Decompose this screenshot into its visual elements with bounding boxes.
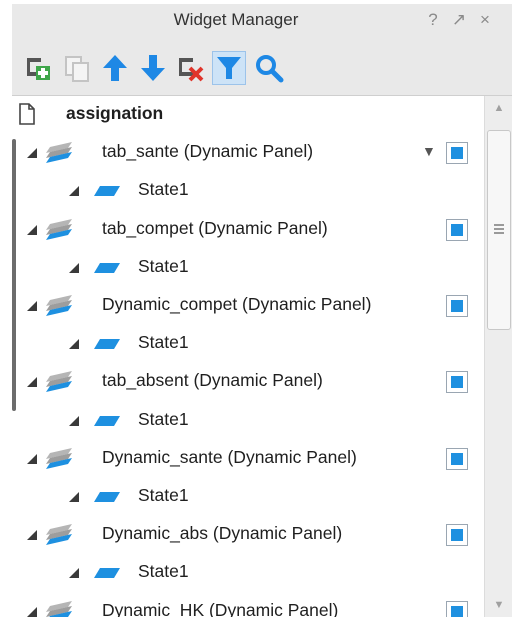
expand-arrow-icon[interactable] [26,453,38,465]
dropdown-arrow-icon[interactable]: ▼ [422,143,436,159]
dynamic-panel-icon [46,524,72,546]
visibility-checkbox[interactable] [446,447,468,470]
visibility-fill [451,529,463,542]
dynamic-panel-icon [46,371,72,393]
expand-arrow-icon[interactable] [26,147,38,159]
panel-title: Widget Manager [173,10,299,29]
tree-row-panel[interactable]: Dynamic_HK (Dynamic Panel) [12,593,480,617]
tree-row-panel[interactable]: Dynamic_abs (Dynamic Panel) [12,516,480,554]
expand-arrow-icon[interactable] [26,529,38,541]
state-label: State1 [138,179,189,200]
delete-icon[interactable] [174,51,208,85]
tree-row-state[interactable]: State1 [12,478,480,516]
dynamic-panel-icon [46,600,72,617]
panel-label: tab_compet (Dynamic Panel) [102,217,328,238]
visibility-checkbox[interactable] [446,524,468,547]
expand-arrow-icon[interactable] [26,224,38,236]
state-icon [94,262,120,273]
widget-tree: assignation tab_sante (Dynamic Panel) ▼ St… [12,96,480,617]
search-icon[interactable] [252,51,286,85]
state-label: State1 [138,408,189,429]
scroll-up-icon[interactable]: ▲ [485,96,512,120]
scroll-thumb[interactable] [487,130,511,330]
state-icon [94,339,120,350]
visibility-fill [451,300,463,312]
visibility-checkbox[interactable] [446,371,468,394]
tree-root-row[interactable]: assignation [12,96,480,134]
expand-arrow-icon[interactable] [68,262,80,274]
expand-arrow-icon[interactable] [68,415,80,427]
tree-row-state[interactable]: State1 [12,325,480,363]
panel-label: Dynamic_abs (Dynamic Panel) [102,523,343,544]
tree-row-panel[interactable]: Dynamic_sante (Dynamic Panel) [12,440,480,478]
expand-arrow-icon[interactable] [68,567,80,579]
tree-row-panel[interactable]: tab_compet (Dynamic Panel) [12,211,480,249]
panel-label: Dynamic_compet (Dynamic Panel) [102,294,372,314]
tree-row-state[interactable]: State1 [12,402,480,440]
expand-arrow-icon[interactable] [26,606,38,617]
scroll-down-icon[interactable]: ▼ [485,593,512,617]
expand-arrow-icon[interactable] [26,300,38,312]
visibility-fill [451,376,463,389]
root-label: assignation [66,103,164,123]
visibility-checkbox[interactable] [446,142,468,165]
state-label: State1 [138,255,189,276]
state-icon [94,568,120,579]
visibility-checkbox[interactable] [446,218,468,241]
add-folder-icon[interactable] [22,51,56,85]
visibility-fill [451,452,463,465]
panel-label: Dynamic_HK (Dynamic Panel) [102,599,339,617]
visibility-checkbox[interactable] [446,600,468,617]
visibility-fill [451,605,463,617]
help-icon[interactable]: ? [422,8,444,32]
visibility-fill [451,147,463,160]
panel-label: tab_absent (Dynamic Panel) [102,370,323,391]
panel-label: Dynamic_sante (Dynamic Panel) [102,446,357,467]
vertical-scrollbar[interactable]: ▲ ▼ [484,96,512,617]
grip-icon [494,224,504,236]
visibility-fill [451,223,463,236]
filter-icon[interactable] [212,51,246,85]
arrow-up-icon[interactable] [98,51,132,85]
dynamic-panel-icon [46,447,72,469]
expand-arrow-icon[interactable] [68,338,80,350]
toolbar [12,38,512,96]
expand-arrow-icon[interactable] [26,376,38,388]
arrow-down-icon[interactable] [136,51,170,85]
dynamic-panel-icon [46,295,72,316]
tree-row-state[interactable]: State1 [12,554,480,592]
tree-row-panel[interactable]: tab_absent (Dynamic Panel) [12,363,480,401]
drag-indicator [12,139,16,411]
expand-arrow-icon[interactable] [68,185,80,197]
expand-arrow-icon[interactable] [68,491,80,503]
pin-icon[interactable]: ↗ [448,8,470,32]
state-label: State1 [138,485,189,505]
panel-label: tab_sante (Dynamic Panel) [102,141,314,162]
tree-row-state[interactable]: State1 [12,172,480,210]
close-icon[interactable]: × [474,8,496,32]
state-icon [94,492,120,502]
tree-row-panel[interactable]: Dynamic_compet (Dynamic Panel) [12,287,480,325]
widget-manager-panel: Widget Manager ? ↗ × assignation tab_san… [12,4,512,617]
state-icon [94,186,120,197]
dynamic-panel-icon [46,218,72,240]
copy-icon[interactable] [60,51,94,85]
state-label: State1 [138,332,189,353]
visibility-checkbox[interactable] [446,295,468,317]
state-label: State1 [138,561,189,582]
tree-row-state[interactable]: State1 [12,249,480,287]
title-bar: Widget Manager ? ↗ × [12,4,512,38]
tree-row-panel[interactable]: tab_sante (Dynamic Panel) ▼ [12,134,480,172]
state-icon [94,415,120,426]
dynamic-panel-icon [46,142,72,164]
page-icon [19,103,35,125]
